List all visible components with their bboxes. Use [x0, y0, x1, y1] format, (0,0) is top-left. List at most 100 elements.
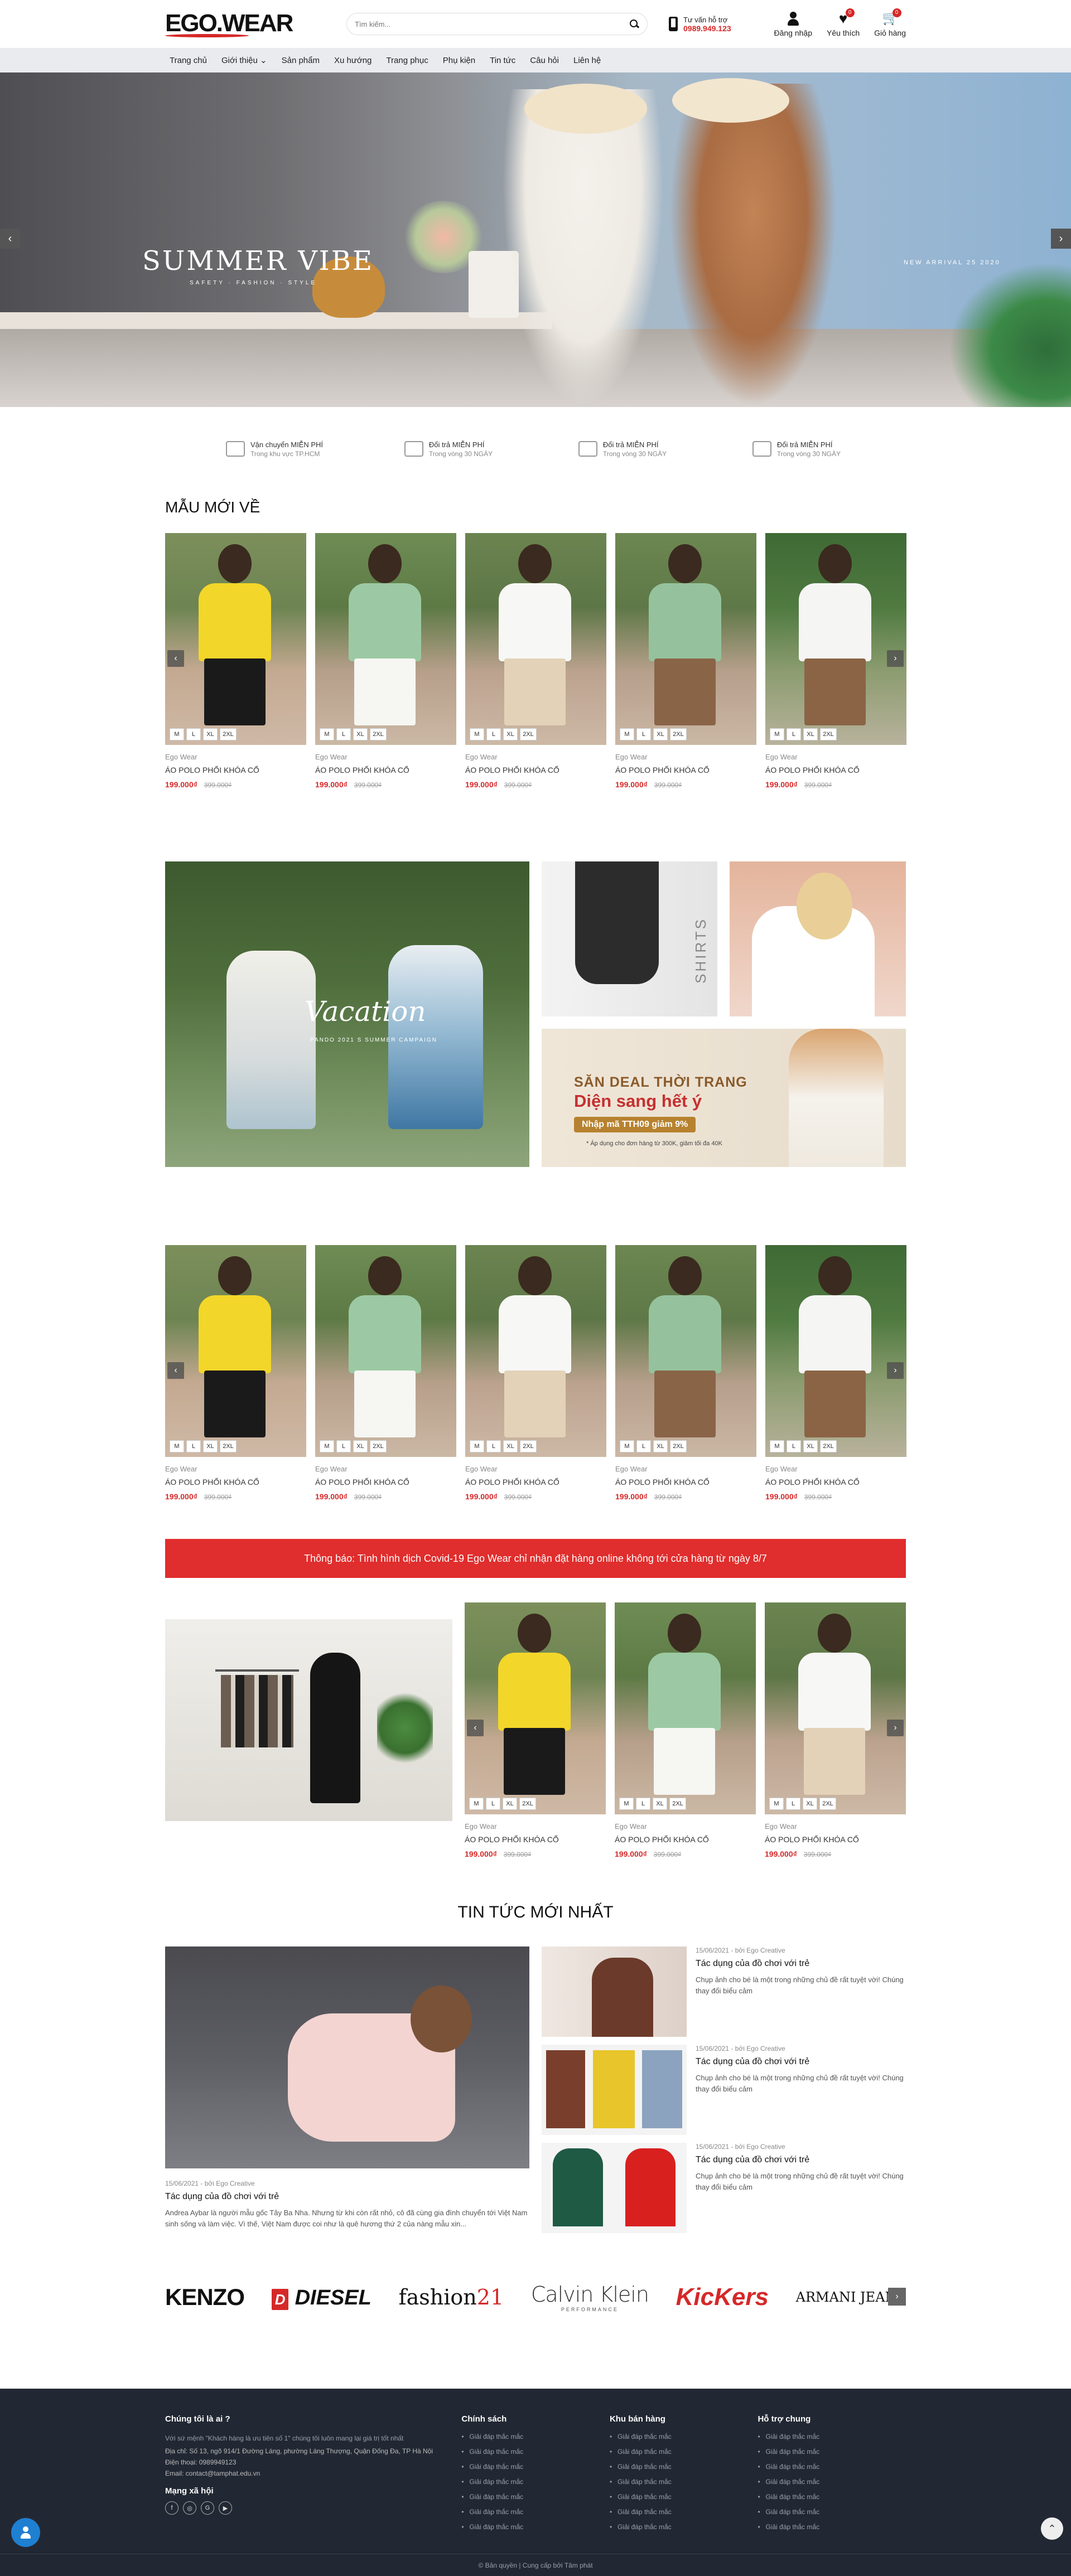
footer-link[interactable]: Giải đáp thắc mắc [461, 2463, 610, 2471]
banner-shirts[interactable]: SHIRTS [542, 861, 717, 1016]
hero-next-button[interactable]: › [1051, 229, 1071, 249]
product-name[interactable]: ÁO POLO PHỐI KHÓA CỔ [465, 766, 606, 774]
product-image[interactable]: M L XL 2XL [765, 1602, 906, 1814]
size-option[interactable]: 2XL [370, 1440, 387, 1452]
size-option[interactable]: M [170, 1440, 184, 1452]
search-input[interactable] [355, 20, 629, 28]
size-option[interactable]: L [486, 728, 501, 740]
news-main-item[interactable]: 15/06/2021 - bởi Ego Creative Tác dụng c… [165, 1946, 529, 2233]
news-thumb[interactable] [542, 2045, 687, 2135]
size-option[interactable]: L [786, 1798, 800, 1810]
footer-link[interactable]: Giải đáp thắc mắc [610, 2433, 758, 2441]
google-icon[interactable]: G [201, 2501, 214, 2515]
carousel-next-button[interactable]: › [887, 1362, 904, 1379]
footer-link[interactable]: Giải đáp thắc mắc [758, 2523, 906, 2531]
size-option[interactable]: XL [503, 728, 518, 740]
product-card[interactable]: M L XL 2XL Ego Wear ÁO POLO PHỐI KHÓA CỔ 199.0… [615, 1602, 756, 1858]
size-option[interactable]: M [469, 1798, 484, 1810]
nav-products[interactable]: Sản phẩm [274, 56, 327, 65]
carousel-prev-button[interactable]: ‹ [167, 1362, 184, 1379]
size-option[interactable]: XL [653, 1798, 667, 1810]
product-card[interactable]: M L XL 2XL Ego Wear ÁO POLO PHỐI KHÓA CỔ 199.0… [465, 1602, 606, 1858]
footer-link[interactable]: Giải đáp thắc mắc [610, 2478, 758, 2486]
footer-link[interactable]: Giải đáp thắc mắc [461, 2508, 610, 2516]
size-option[interactable]: 2XL [820, 728, 837, 740]
nav-home[interactable]: Trang chủ [165, 56, 214, 65]
nav-accessories[interactable]: Phụ kiện [436, 56, 483, 65]
carousel-prev-button[interactable]: ‹ [467, 1720, 484, 1736]
product-card[interactable]: M L XL 2XL Ego Wear ÁO POLO PHỐI KHÓA CỔ 199.0… [765, 533, 906, 789]
footer-link[interactable]: Giải đáp thắc mắc [461, 2448, 610, 2456]
product-image[interactable]: M L XL 2XL [315, 1245, 456, 1457]
product-card[interactable]: M L XL 2XL Ego Wear ÁO POLO PHỐI KHÓA CỔ 199.0… [165, 533, 306, 789]
product-name[interactable]: ÁO POLO PHỐI KHÓA CỔ [765, 1835, 906, 1844]
size-option[interactable]: L [636, 1440, 651, 1452]
news-title[interactable]: Tác dụng của đồ chơi với trẻ [696, 1959, 906, 1969]
footer-link[interactable]: Giải đáp thắc mắc [758, 2448, 906, 2456]
size-option[interactable]: 2XL [370, 728, 387, 740]
size-option[interactable]: 2XL [670, 728, 687, 740]
size-option[interactable]: 2XL [670, 1440, 687, 1452]
size-option[interactable]: L [486, 1798, 500, 1810]
size-option[interactable]: M [470, 1440, 484, 1452]
product-image[interactable]: M L XL 2XL [465, 1245, 606, 1457]
size-option[interactable]: M [619, 1798, 634, 1810]
product-card[interactable]: M L XL 2XL Ego Wear ÁO POLO PHỐI KHÓA CỔ 199.0… [165, 1245, 306, 1501]
size-option[interactable]: L [636, 1798, 650, 1810]
news-list-item[interactable]: 15/06/2021 - bởi Ego Creative Tác dụng c… [542, 1946, 906, 2037]
nav-trends[interactable]: Xu hướng [327, 56, 379, 65]
size-option[interactable]: 2XL [669, 1798, 686, 1810]
footer-link[interactable]: Giải đáp thắc mắc [461, 2433, 610, 2441]
size-option[interactable]: XL [803, 728, 818, 740]
banner-deal[interactable]: SĂN DEAL THỜI TRANG Diện sang hết ý Nhập… [542, 1029, 906, 1167]
news-list-item[interactable]: 15/06/2021 - bởi Ego Creative Tác dụng c… [542, 2143, 906, 2233]
footer-link[interactable]: Giải đáp thắc mắc [461, 2478, 610, 2486]
size-option[interactable]: L [186, 1440, 201, 1452]
news-main-image[interactable] [165, 1946, 529, 2168]
news-thumb[interactable] [542, 1946, 687, 2037]
back-to-top-button[interactable]: ⌃ [1041, 2517, 1063, 2540]
size-option[interactable]: L [486, 1440, 501, 1452]
footer-link[interactable]: Giải đáp thắc mắc [610, 2523, 758, 2531]
carousel-next-button[interactable]: › [887, 650, 904, 667]
product-image[interactable]: M L XL 2XL [465, 1602, 606, 1814]
size-option[interactable]: 2XL [220, 728, 237, 740]
size-option[interactable]: M [320, 728, 334, 740]
logo[interactable]: EGO.WEAR [165, 11, 293, 37]
news-title[interactable]: Tác dụng của đồ chơi với trẻ [165, 2192, 529, 2202]
product-card[interactable]: M L XL 2XL Ego Wear ÁO POLO PHỐI KHÓA CỔ 199.0… [465, 1245, 606, 1501]
nav-news[interactable]: Tin tức [483, 56, 523, 65]
product-card[interactable]: M L XL 2XL Ego Wear ÁO POLO PHỐI KHÓA CỔ 199.0… [765, 1602, 906, 1858]
size-option[interactable]: XL [653, 1440, 668, 1452]
bestseller-banner[interactable] [165, 1619, 452, 1821]
product-card[interactable]: M L XL 2XL Ego Wear ÁO POLO PHỐI KHÓA CỔ 199.0… [315, 1245, 456, 1501]
product-name[interactable]: ÁO POLO PHỐI KHÓA CỔ [615, 1478, 756, 1486]
news-title[interactable]: Tác dụng của đồ chơi với trẻ [696, 2155, 906, 2165]
size-option[interactable]: XL [203, 728, 218, 740]
size-option[interactable]: L [636, 728, 651, 740]
product-card[interactable]: M L XL 2XL Ego Wear ÁO POLO PHỐI KHÓA CỔ 199.0… [615, 533, 756, 789]
nav-faq[interactable]: Câu hỏi [523, 56, 566, 65]
brand-diesel[interactable]: D DIESEL [271, 2285, 372, 2310]
facebook-icon[interactable]: f [165, 2501, 178, 2515]
footer-email[interactable]: Email: contact@tamphat.edu.vn [165, 2470, 450, 2477]
size-option[interactable]: XL [353, 728, 368, 740]
youtube-icon[interactable]: ▶ [219, 2501, 232, 2515]
brand-kickers[interactable]: KicKers [676, 2283, 769, 2311]
size-option[interactable]: M [170, 728, 184, 740]
size-option[interactable]: L [186, 728, 201, 740]
carousel-prev-button[interactable]: ‹ [167, 650, 184, 667]
size-option[interactable]: XL [653, 728, 668, 740]
size-option[interactable]: 2XL [519, 1798, 536, 1810]
product-card[interactable]: M L XL 2XL Ego Wear ÁO POLO PHỐI KHÓA CỔ 199.0… [615, 1245, 756, 1501]
banner-vacation[interactable]: Vacation PANDO 2021 S SUMMER CAMPAIGN [165, 861, 529, 1167]
size-option[interactable]: XL [803, 1798, 817, 1810]
brand-calvin-klein[interactable]: Calvin Klein PERFORMANCE [531, 2282, 649, 2312]
news-thumb[interactable] [542, 2143, 687, 2233]
news-title[interactable]: Tác dụng của đồ chơi với trẻ [696, 2057, 906, 2067]
product-image[interactable]: M L XL 2XL [465, 533, 606, 745]
nav-contact[interactable]: Liên hệ [566, 56, 608, 65]
footer-link[interactable]: Giải đáp thắc mắc [758, 2433, 906, 2441]
search-icon[interactable] [629, 19, 639, 29]
login-button[interactable]: Đăng nhập [774, 11, 812, 37]
